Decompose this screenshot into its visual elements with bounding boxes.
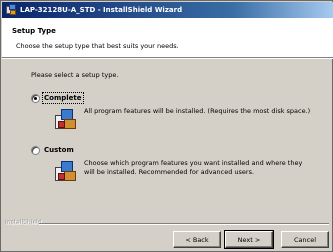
cancel-button-label: Cancel [293, 235, 317, 244]
custom-description: Choose which program features you want i… [84, 159, 303, 176]
page-title: Setup Type [12, 27, 56, 35]
setup-type-prompt: Please select a setup type. [31, 71, 119, 79]
custom-label[interactable]: Custom [44, 146, 74, 154]
custom-radio[interactable] [31, 146, 40, 155]
window-title: LAP-32128U-A_STD - InstallShield Wizard [20, 6, 183, 14]
complete-label[interactable]: Complete [42, 92, 84, 104]
installer-app-icon [5, 4, 17, 16]
back-button-label: < Back [185, 235, 209, 244]
complete-description: All program features will be installed. … [84, 107, 311, 115]
back-button[interactable]: < Back [173, 231, 221, 248]
complete-radio[interactable] [31, 94, 40, 103]
banner-divider [2, 58, 333, 59]
setup-package-icon [55, 161, 77, 183]
next-button[interactable]: Next > [224, 230, 274, 249]
title-bar[interactable]: LAP-32128U-A_STD - InstallShield Wizard [2, 2, 333, 18]
setup-package-icon [55, 109, 77, 131]
installer-window: LAP-32128U-A_STD - InstallShield Wizard … [0, 0, 333, 252]
next-button-label: Next > [237, 235, 261, 244]
installshield-brand: InstallShield [6, 220, 43, 227]
footer-divider [39, 223, 329, 225]
page-subtitle: Choose the setup type that best suits yo… [16, 42, 179, 50]
header-banner: Setup Type Choose the setup type that be… [2, 18, 333, 58]
cancel-button[interactable]: Cancel [281, 231, 329, 248]
